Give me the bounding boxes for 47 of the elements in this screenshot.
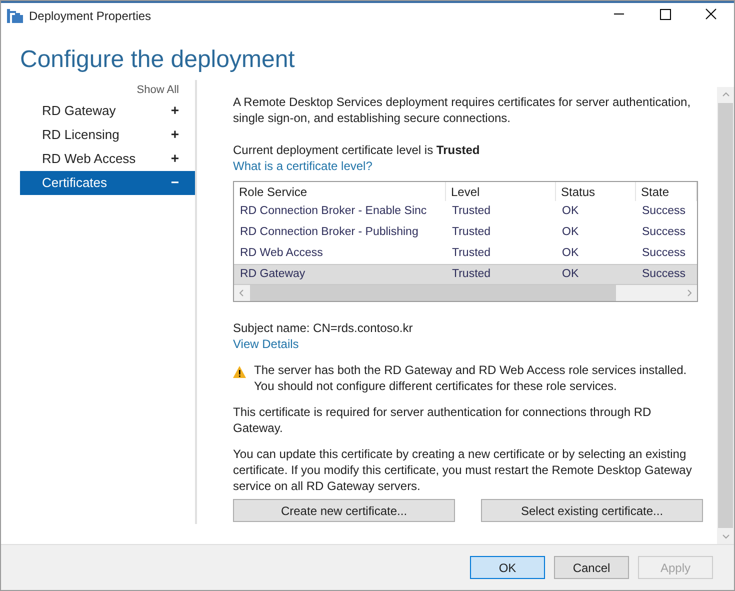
table-cell-text: Success [641, 246, 686, 261]
column-header[interactable]: State [636, 182, 697, 201]
view-details-link[interactable]: View Details [233, 336, 299, 352]
sidebar-item[interactable]: RD Licensing + [20, 122, 195, 146]
column-header[interactable]: Level [446, 182, 556, 201]
horizontal-scrollbar[interactable] [234, 285, 697, 301]
dialog-button[interactable]: Cancel [554, 556, 629, 579]
subject-name: Subject name: CN=rds.contoso.kr [233, 320, 414, 336]
column-header[interactable]: Status [556, 182, 636, 201]
info-text: This certificate is required for server authentication for connections through RD Gateway. [233, 404, 652, 436]
column-header[interactable]: Role Service [234, 182, 446, 201]
window-icon [7, 9, 23, 23]
table-cell-text: RD Gateway [239, 266, 306, 282]
certificate-level-text: Current deployment certificate level is Trusted [233, 142, 481, 158]
table-cell-text: RD Connection Broker - Publishing [239, 224, 420, 240]
sidebar-item[interactable]: RD Gateway + [20, 98, 195, 122]
dialog-button[interactable]: OK [470, 556, 545, 579]
warning-text: The server has both the RD Gateway and RD Web Access role services installed. You should not configure different certificates for these role services. [254, 362, 688, 394]
show-all-link[interactable]: Show All [136, 82, 179, 98]
table-cell-text: Trusted [451, 266, 492, 282]
vertical-scrollbar[interactable] [717, 87, 734, 544]
table-cell-text: OK [561, 224, 580, 240]
certificate-button[interactable]: Create new certificate... [233, 499, 455, 522]
page-heading: Configure the deployment [20, 45, 296, 75]
table-cell-text: Trusted [451, 204, 492, 219]
table-cell-text: Trusted [451, 246, 492, 261]
table-cell-text: OK [561, 266, 580, 282]
table-cell-text: Success [641, 204, 686, 219]
intro-text: A Remote Desktop Services deployment requires certificates for server authentication, single sign-on, and establishing secure connections. [233, 94, 692, 126]
table-cell-text: Success [641, 266, 686, 282]
table-row[interactable]: RD Connection Broker - Publishing Trusted OK Success [234, 222, 697, 243]
table-cell-text: OK [561, 204, 580, 219]
sidebar-item[interactable]: RD Web Access + [20, 146, 195, 170]
table-cell-text: Trusted [451, 224, 492, 240]
sidebar-item[interactable]: Certificates − [20, 170, 195, 194]
info-text: You can update this certificate by creating a new certificate or by selecting an existing certificate. If you modify this certificate, you must restart the Remote Desktop Gateway service on all RD Gateway servers. [233, 446, 693, 494]
certificate-button[interactable]: Select existing certificate... [481, 499, 703, 522]
window-title: Deployment Properties [29, 8, 152, 25]
table-cell-text: RD Web Access [239, 246, 324, 261]
certificate-level-link[interactable]: What is a certificate level? [233, 158, 372, 174]
table-row[interactable]: RD Connection Broker - Enable Sinc Trusted OK Success [234, 201, 697, 222]
table-cell-text: OK [561, 246, 580, 261]
table-row[interactable]: RD Web Access Trusted OK Success [234, 243, 697, 264]
warning-icon [233, 366, 246, 378]
table-cell-text: RD Connection Broker - Enable Sinc [239, 204, 428, 219]
table-cell-text: Success [641, 224, 686, 240]
table-row[interactable]: RD Gateway Trusted OK Success [234, 264, 697, 285]
